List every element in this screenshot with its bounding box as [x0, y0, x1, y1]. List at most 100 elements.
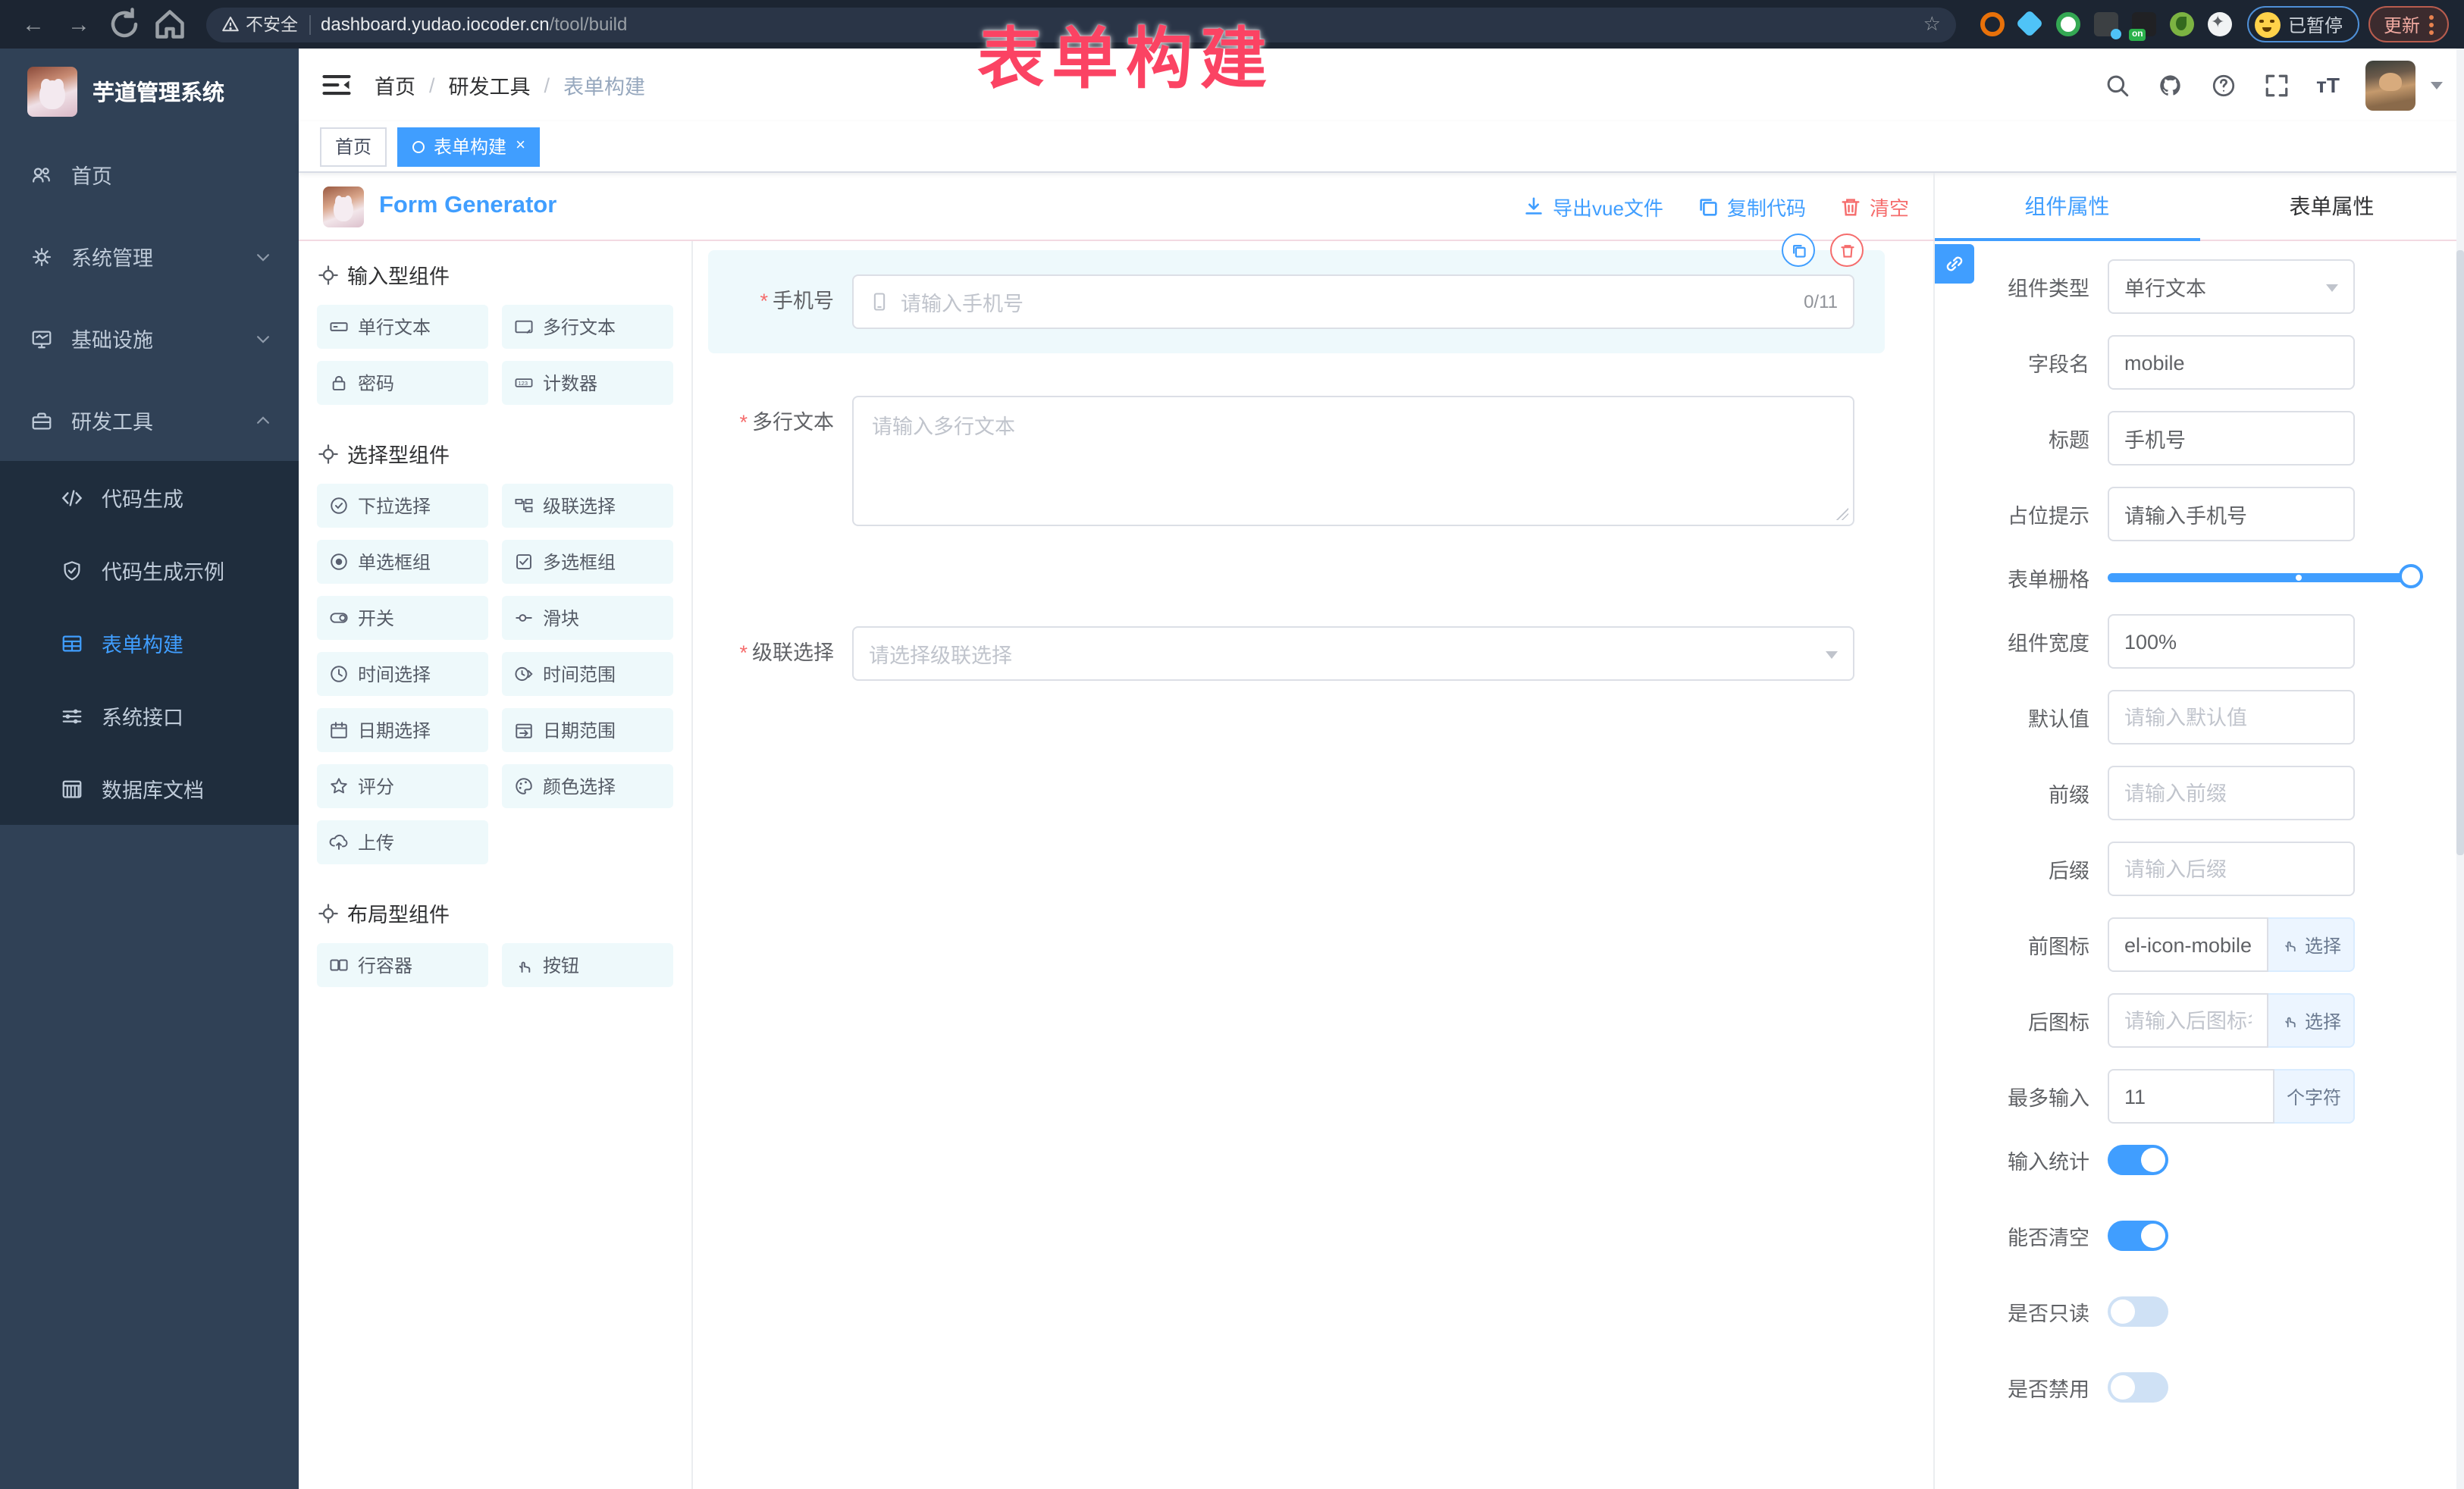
extension-icon-switch[interactable]: on	[2132, 12, 2156, 36]
fullscreen-icon[interactable]	[2263, 71, 2290, 99]
palette-item-row-container[interactable]: 行容器	[317, 943, 488, 987]
export-vue-button[interactable]: 导出vue文件	[1522, 192, 1663, 221]
browser-home-button[interactable]	[152, 6, 188, 42]
link-tab-button[interactable]	[1935, 244, 1974, 284]
suffix-icon-input[interactable]	[2124, 1009, 2252, 1032]
palette-item-password[interactable]: 密码	[317, 361, 488, 405]
clearable-switch[interactable]	[2108, 1221, 2168, 1251]
extension-icon-columns[interactable]	[2094, 12, 2118, 36]
extension-paused-badge[interactable]: 已暂停	[2247, 6, 2359, 42]
prefix-input[interactable]	[2124, 782, 2338, 804]
palette-item-switch[interactable]: 开关	[317, 596, 488, 640]
user-menu[interactable]	[2365, 60, 2443, 110]
delete-field-button[interactable]	[1830, 234, 1864, 267]
github-icon[interactable]	[2157, 71, 2184, 99]
placeholder-input[interactable]	[2124, 503, 2338, 525]
canvas-field-mobile[interactable]: *手机号 请输入手机号 0/11	[708, 250, 1885, 353]
page-scrollbar[interactable]	[2456, 49, 2464, 1489]
palette-item-slider[interactable]: 滑块	[502, 596, 673, 640]
sidebar-item-form-builder[interactable]: 表单构建	[0, 607, 299, 679]
textarea-input[interactable]: 请输入多行文本	[852, 396, 1854, 526]
sidebar-item-home[interactable]: 首页	[0, 133, 299, 215]
browser-update-button[interactable]: 更新	[2368, 6, 2449, 42]
browser-back-button[interactable]: ←	[15, 6, 52, 42]
tab-component-props[interactable]: 组件属性	[1935, 173, 2199, 240]
palette-item-date-range[interactable]: 日期范围	[502, 708, 673, 752]
palette-item-time-range[interactable]: 时间范围	[502, 652, 673, 696]
breadcrumb-devtools[interactable]: 研发工具	[449, 70, 531, 100]
form-generator-title[interactable]: Form Generator	[379, 193, 556, 220]
input-stats-switch[interactable]	[2108, 1145, 2168, 1175]
copy-code-button[interactable]: 复制代码	[1697, 192, 1806, 221]
extension-icon-green[interactable]	[2056, 12, 2080, 36]
sidebar-logo-row[interactable]: 芋道管理系统	[0, 49, 299, 133]
sidebar-item-code-gen[interactable]: 代码生成	[0, 461, 299, 534]
sidebar-item-devtools[interactable]: 研发工具	[0, 379, 299, 461]
scrollbar-thumb[interactable]	[2456, 250, 2464, 855]
palette-item-radio-group[interactable]: 单选框组	[317, 540, 488, 584]
extension-icon-target[interactable]	[1980, 12, 2005, 36]
extension-icon-leaf[interactable]	[2170, 12, 2194, 36]
extension-on-badge: on	[2129, 29, 2146, 41]
canvas-field-textarea[interactable]: *多行文本 请输入多行文本	[708, 371, 1885, 550]
prefix-icon-input[interactable]	[2124, 933, 2252, 956]
palette-item-date-picker[interactable]: 日期选择	[317, 708, 488, 752]
close-icon[interactable]: ×	[516, 138, 525, 155]
component-type-select[interactable]: 单行文本	[2108, 259, 2355, 314]
clear-button[interactable]: 清空	[1839, 192, 1909, 221]
prefix-icon-choose-button[interactable]: 选择	[2268, 917, 2355, 972]
duplicate-field-button[interactable]	[1782, 234, 1815, 267]
sidebar-item-db-doc[interactable]: 数据库文档	[0, 752, 299, 825]
readonly-switch[interactable]	[2108, 1296, 2168, 1327]
palette-item-select[interactable]: 下拉选择	[317, 484, 488, 528]
slider-handle[interactable]	[2399, 564, 2423, 588]
field-name-input[interactable]	[2124, 351, 2338, 374]
tab-form-props[interactable]: 表单属性	[2199, 173, 2464, 240]
help-icon[interactable]	[2210, 71, 2237, 99]
security-chip[interactable]: 不安全	[221, 12, 298, 36]
sidebar-fold-button[interactable]	[320, 68, 353, 102]
form-grid-slider[interactable]	[2108, 573, 2411, 582]
font-size-icon[interactable]: ᴛT	[2316, 73, 2340, 97]
mobile-input[interactable]: 请输入手机号 0/11	[852, 274, 1854, 329]
max-input-field[interactable]	[2124, 1085, 2258, 1108]
bookmark-star-icon[interactable]: ☆	[1923, 12, 1941, 36]
palette-item-checkbox-group[interactable]: 多选框组	[502, 540, 673, 584]
browser-reload-button[interactable]	[106, 6, 143, 42]
kebab-menu-icon[interactable]	[2429, 14, 2434, 34]
browser-forward-button[interactable]: →	[61, 6, 97, 42]
app-logo	[27, 66, 77, 116]
palette-item-cascader[interactable]: 级联选择	[502, 484, 673, 528]
tag-home[interactable]: 首页	[320, 127, 387, 166]
resize-grip-icon[interactable]	[1836, 508, 1848, 520]
component-width-input[interactable]	[2124, 630, 2338, 653]
sidebar-item-code-gen-demo[interactable]: 代码生成示例	[0, 534, 299, 607]
sidebar-item-system[interactable]: 系统管理	[0, 215, 299, 297]
search-icon[interactable]	[2104, 71, 2131, 99]
palette-item-textarea[interactable]: 多行文本	[502, 305, 673, 349]
address-bar[interactable]: 不安全 dashboard.yudao.iocoder.cn/tool/buil…	[206, 7, 1956, 42]
palette-item-color-picker[interactable]: 颜色选择	[502, 764, 673, 808]
suffix-input[interactable]	[2124, 857, 2338, 880]
cascader-select[interactable]: 请选择级联选择	[852, 626, 1854, 681]
sidebar-item-infra[interactable]: 基础设施	[0, 297, 299, 379]
extension-icon-gem[interactable]	[2018, 12, 2042, 36]
suffix-icon-choose-button[interactable]: 选择	[2268, 993, 2355, 1048]
sidebar: 芋道管理系统 首页 系统管理 基础设施	[0, 49, 299, 1489]
title-input[interactable]	[2124, 427, 2338, 450]
disabled-switch[interactable]	[2108, 1372, 2168, 1403]
palette-item-counter[interactable]: 123计数器	[502, 361, 673, 405]
breadcrumb-home[interactable]: 首页	[375, 70, 415, 100]
tag-form-builder[interactable]: 表单构建 ×	[397, 127, 541, 166]
sidebar-item-system-api[interactable]: 系统接口	[0, 679, 299, 752]
canvas-field-cascader[interactable]: *级联选择 请选择级联选择	[708, 602, 1885, 705]
palette-item-button[interactable]: 按钮	[502, 943, 673, 987]
palette-item-time-picker[interactable]: 时间选择	[317, 652, 488, 696]
form-canvas[interactable]: *手机号 请输入手机号 0/11	[693, 241, 1933, 1489]
default-value-input[interactable]	[2124, 706, 2338, 729]
palette-item-single-text[interactable]: 单行文本	[317, 305, 488, 349]
palette-item-upload[interactable]: 上传	[317, 820, 488, 864]
url-text: dashboard.yudao.iocoder.cn/tool/build	[321, 14, 627, 35]
palette-item-rate[interactable]: 评分	[317, 764, 488, 808]
extension-icon-flower[interactable]	[2208, 12, 2232, 36]
